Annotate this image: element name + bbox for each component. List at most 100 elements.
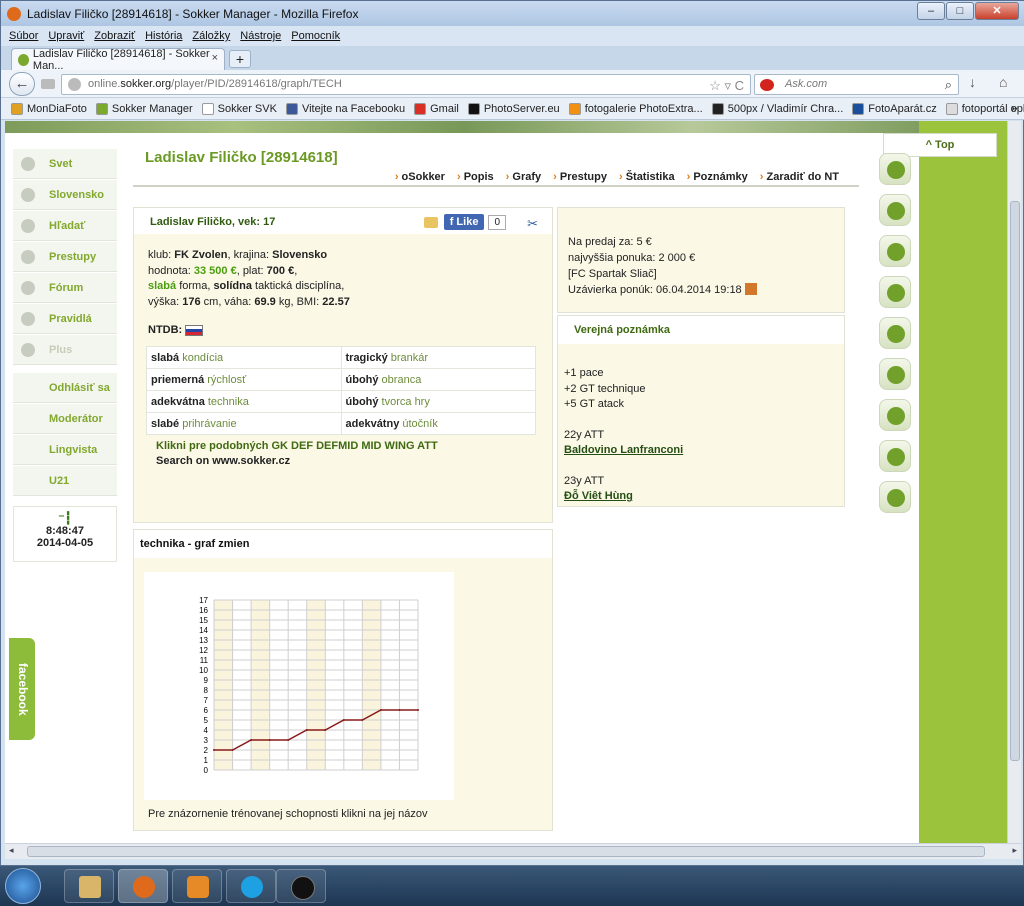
sidebar-item[interactable]: Svet <box>13 149 117 179</box>
tab-prestupy[interactable]: Prestupy <box>553 171 607 183</box>
browser-tab[interactable]: Ladislav Filičko [28914618] - Sokker Man… <box>11 48 225 72</box>
minimize-button[interactable]: – <box>917 2 945 20</box>
public-note-title: Verejná poznámka <box>558 316 844 344</box>
player-link[interactable]: Baldovino Lanfranconi <box>564 443 844 459</box>
bookmark-item[interactable]: MonDiaFoto <box>11 102 87 115</box>
bookmark-item[interactable]: PhotoServer.eu <box>467 102 560 115</box>
firefox-taskbar-icon[interactable] <box>118 869 168 903</box>
menu-tools[interactable]: Nástroje <box>240 30 281 42</box>
arena-icon[interactable] <box>879 399 911 431</box>
skill-cell[interactable]: adekvátny útočník <box>340 412 536 435</box>
folder-icon[interactable] <box>423 216 438 228</box>
skill-cell[interactable]: adekvátna technika <box>146 390 342 413</box>
tab-grafy[interactable]: Grafy <box>506 171 541 183</box>
hammer-icon[interactable] <box>744 283 757 295</box>
menu-file[interactable]: Súbor <box>9 30 38 42</box>
sidebar-item[interactable]: Moderátor <box>13 404 117 434</box>
tab-close-icon[interactable]: × <box>212 52 218 64</box>
page-title: Ladislav Filičko [28914618] <box>145 149 338 166</box>
vivo-taskbar-icon[interactable] <box>276 869 326 903</box>
sidebar-item[interactable]: Plus <box>13 335 117 365</box>
country-link[interactable]: Slovensko <box>272 249 327 261</box>
scrollbar-thumb[interactable] <box>1010 201 1020 761</box>
skill-cell[interactable]: slabé prihrávanie <box>146 412 342 435</box>
search-input[interactable]: Ask.com ⌕ <box>754 74 959 95</box>
facebook-side-tab[interactable]: facebook <box>9 638 35 740</box>
bookmark-item[interactable]: Vitejte na Facebooku <box>285 102 405 115</box>
vertical-scrollbar[interactable] <box>1007 121 1021 843</box>
skill-cell[interactable]: slabá kondícia <box>146 346 342 369</box>
menu-history[interactable]: História <box>145 30 182 42</box>
bookmark-item[interactable]: 500px / Vladimír Chra... <box>711 102 843 115</box>
player-icon[interactable] <box>879 317 911 349</box>
bookmark-item[interactable]: Sokker SVK <box>201 102 277 115</box>
server-clock: ⁻┇ 8:48:47 2014-04-05 <box>13 506 117 562</box>
tab-statistika[interactable]: Štatistika <box>619 171 675 183</box>
maximize-button[interactable]: □ <box>946 2 974 20</box>
skype-taskbar-icon[interactable] <box>226 869 276 903</box>
menu-bookmarks[interactable]: Záložky <box>192 30 230 42</box>
facebook-like-button[interactable]: f Like <box>443 214 485 230</box>
back-button[interactable]: ← <box>9 72 35 96</box>
horizontal-scrollbar[interactable]: ◂ ▸ <box>5 843 1021 859</box>
bookmark-item[interactable]: FotoAparát.cz <box>852 102 937 115</box>
menu-view[interactable]: Zobraziť <box>94 30 135 42</box>
tab-popis[interactable]: Popis <box>457 171 494 183</box>
mail-icon[interactable] <box>879 481 911 513</box>
club-link[interactable]: FK Zvolen <box>174 249 227 261</box>
bookmarks-more-icon[interactable]: » <box>1011 101 1018 115</box>
tab-zaradit-do-nt[interactable]: Zaradiť do NT <box>760 171 840 183</box>
tab-osokker[interactable]: oSokker <box>395 171 445 183</box>
tab-poznamky[interactable]: Poznámky <box>687 171 747 183</box>
skill-cell[interactable]: úbohý tvorca hry <box>340 390 536 413</box>
media-player-taskbar-icon[interactable] <box>172 869 222 903</box>
sidebar-item[interactable]: Odhlásiť sa <box>13 373 117 403</box>
menu-edit[interactable]: Upraviť <box>48 30 84 42</box>
bookmark-item[interactable]: Sokker Manager <box>95 102 193 115</box>
y-tick-label: 16 <box>199 606 208 615</box>
skill-graph-panel: technika - graf zmien 0 1 2 3 4 5 6 7 8 9 10 11 12 13… <box>133 529 553 831</box>
header-background <box>5 121 923 133</box>
club-label: klub: <box>148 249 175 261</box>
player-link[interactable]: Đỗ Viêt Hùng <box>564 489 844 505</box>
start-button[interactable] <box>5 868 41 904</box>
explorer-taskbar-icon[interactable] <box>64 869 114 903</box>
graph-caption: Pre znázornenie trénovanej schopnosti kl… <box>148 808 428 820</box>
sidebar-item[interactable]: Slovensko <box>13 180 117 210</box>
download-icon[interactable]: ↓ <box>969 74 976 90</box>
sidebar-item[interactable]: U21 <box>13 466 117 496</box>
slovakia-flag-icon[interactable] <box>185 324 204 336</box>
sidebar-item[interactable]: Pravidlá <box>13 304 117 334</box>
scroll-left-icon[interactable]: ◂ <box>9 845 14 856</box>
table-row: priemerná rýchlosť úbohý obranca <box>146 368 536 391</box>
training-icon[interactable] <box>879 276 911 308</box>
home-icon[interactable]: ⌂ <box>999 74 1007 90</box>
hscroll-thumb[interactable] <box>27 846 985 857</box>
bookmark-item[interactable]: fotogalerie PhotoExtra... <box>568 102 703 115</box>
scroll-right-icon[interactable]: ▸ <box>1012 845 1017 856</box>
url-bar[interactable]: online.sokker.org/player/PID/28914618/gr… <box>61 74 751 95</box>
search-icon[interactable]: ⌕ <box>945 75 952 94</box>
skill-cell[interactable]: priemerná rýchlosť <box>146 368 342 391</box>
skill-cell[interactable]: úbohý obranca <box>340 368 536 391</box>
profile-icon[interactable] <box>879 153 911 185</box>
menu-help[interactable]: Pomocník <box>291 30 340 42</box>
sidebar-item[interactable]: Hľadať <box>13 211 117 241</box>
ball-icon[interactable] <box>879 235 911 267</box>
sidebar-item[interactable]: Lingvista <box>13 435 117 465</box>
sidebar-item[interactable]: Prestupy <box>13 242 117 272</box>
search-sokker-link[interactable]: Search on www.sokker.cz <box>156 454 552 469</box>
note-line: +5 GT atack <box>564 398 625 410</box>
bookmark-star-icon[interactable]: ☆ ▿ C <box>709 76 744 95</box>
skill-cell[interactable]: tragický brankár <box>340 346 536 369</box>
new-tab-button[interactable]: + <box>229 50 251 68</box>
bookmark-item[interactable]: Gmail <box>414 102 459 115</box>
phone-icon[interactable] <box>879 440 911 472</box>
close-window-button[interactable]: ✕ <box>975 2 1019 20</box>
shield-icon[interactable] <box>879 194 911 226</box>
similar-link[interactable]: Klikni pre podobných GK DEF DEFMID MID W… <box>156 439 552 454</box>
ntdb-row: NTDB: <box>134 310 552 336</box>
sidebar-item[interactable]: Fórum <box>13 273 117 303</box>
money-icon[interactable] <box>879 358 911 390</box>
scissors-icon[interactable]: ✂ <box>527 216 538 232</box>
